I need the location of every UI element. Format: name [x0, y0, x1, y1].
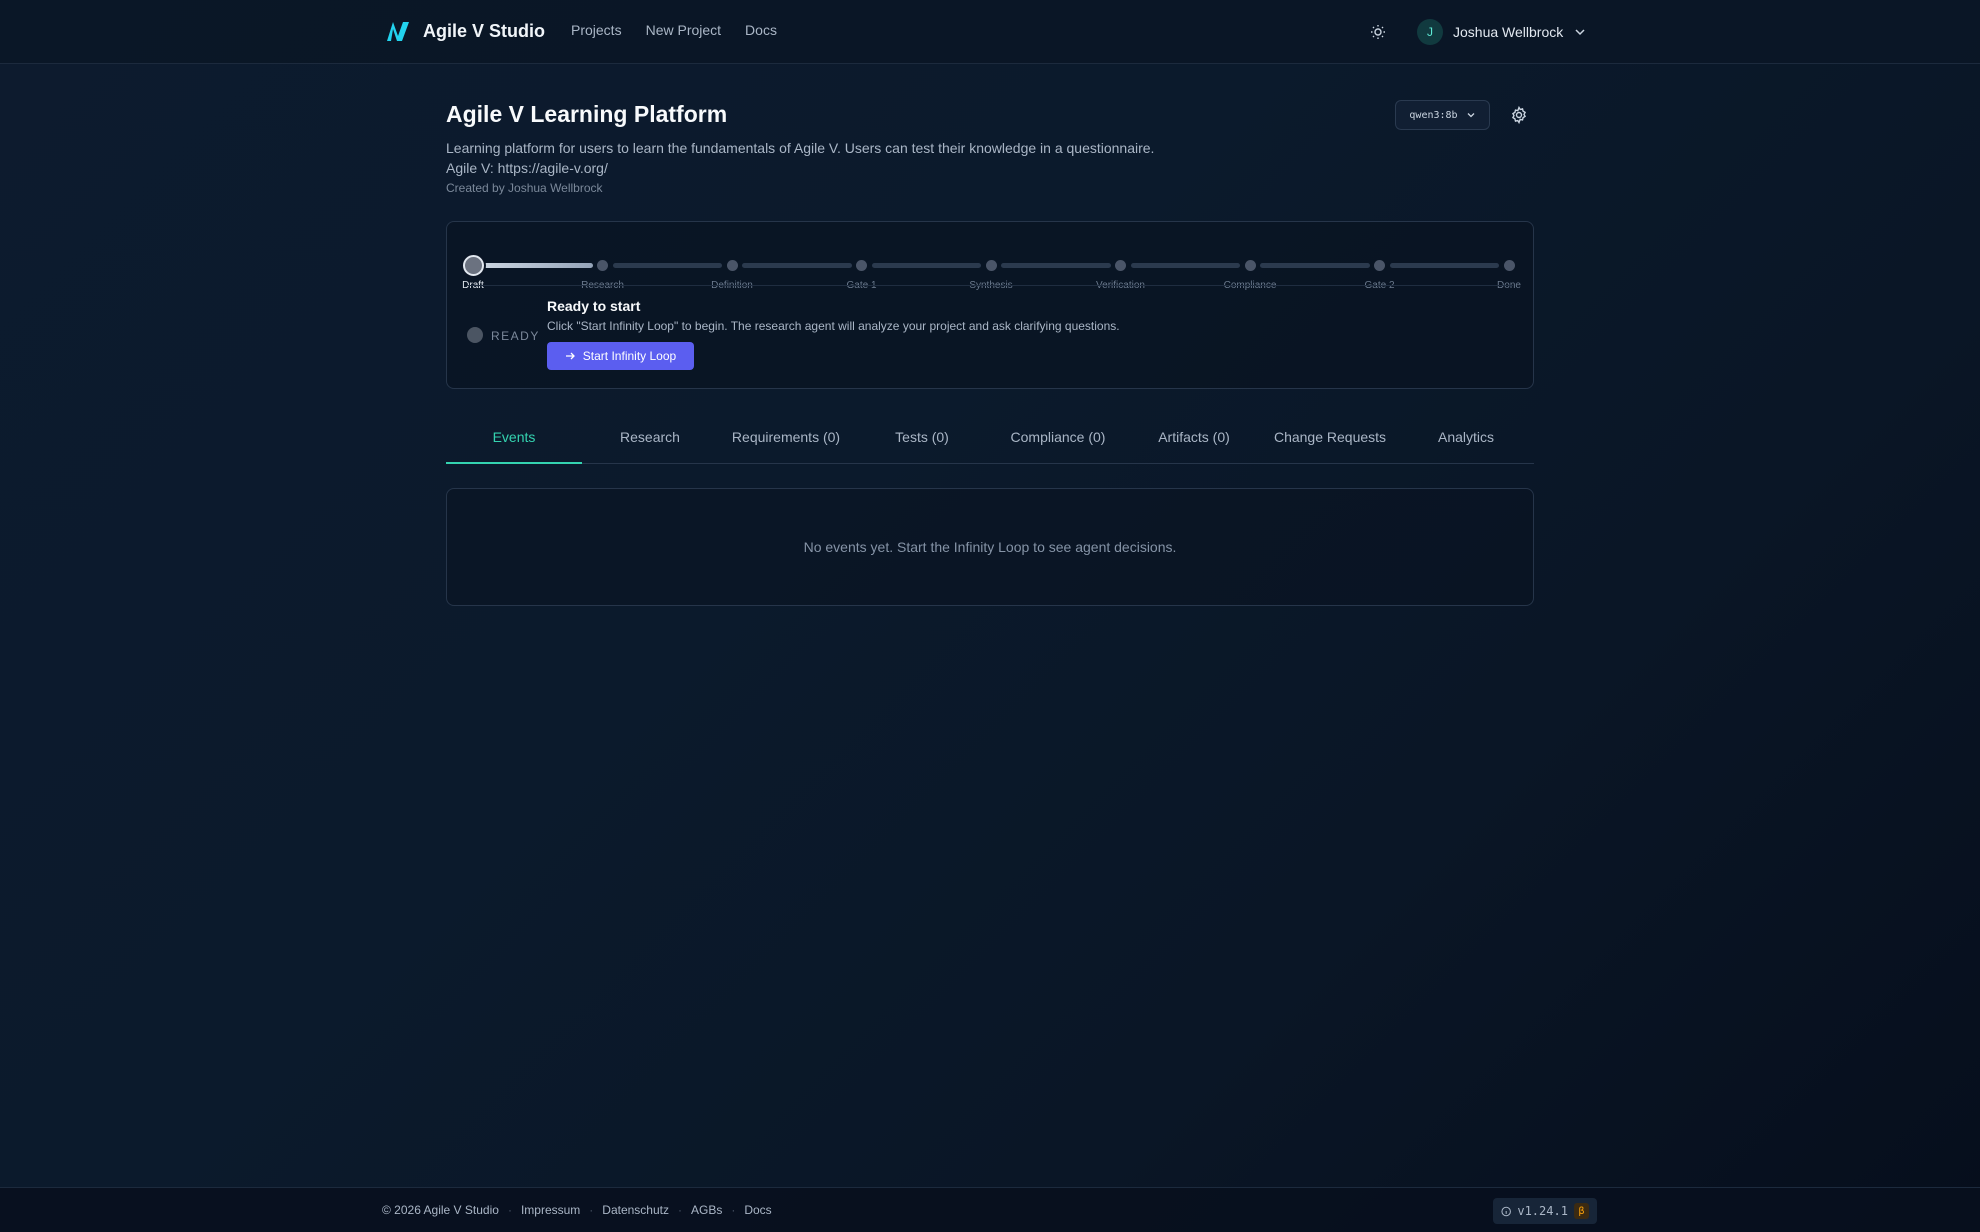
version-badge[interactable]: v1.24.1 β: [1493, 1198, 1597, 1224]
stage-dot-definition: [726, 260, 738, 271]
nav-docs[interactable]: Docs: [745, 22, 777, 38]
tab-requirements[interactable]: Requirements (0): [718, 411, 854, 463]
status-badge: READY: [491, 329, 540, 343]
description-line: Learning platform for users to learn the…: [446, 140, 1155, 156]
footer-link-impressum[interactable]: Impressum: [521, 1203, 580, 1217]
page-title: Agile V Learning Platform: [446, 101, 728, 127]
description-link-line: Agile V: https://agile-v.org/: [446, 160, 608, 176]
stage-connector: [871, 263, 981, 268]
stage-progress-track: DraftResearchDefinitionGate 1SynthesisVe…: [462, 243, 1521, 291]
separator: ·: [507, 1203, 512, 1217]
tab-tests[interactable]: Tests (0): [854, 411, 990, 463]
stage-connector: [1001, 263, 1111, 268]
theme-toggle-button[interactable]: [1366, 20, 1390, 44]
arrow-right-icon: [565, 352, 575, 360]
avatar: J: [1417, 19, 1443, 45]
tab-bar: Events Research Requirements (0) Tests (…: [446, 411, 1534, 464]
footer-link-agbs[interactable]: AGBs: [691, 1203, 722, 1217]
ready-title: Ready to start: [547, 298, 641, 314]
events-empty-message: No events yet. Start the Infinity Loop t…: [803, 539, 1177, 555]
stage-connector: [742, 263, 852, 268]
ready-description: Click "Start Infinity Loop" to begin. Th…: [547, 319, 1120, 333]
gear-icon: [1511, 106, 1527, 124]
tab-change-requests[interactable]: Change Requests: [1262, 411, 1398, 463]
version-text: v1.24.1: [1517, 1204, 1568, 1218]
status-indicator-dot: [467, 327, 483, 343]
top-navbar: Agile V Studio Projects New Project Docs…: [0, 0, 1980, 64]
info-icon: [1501, 1206, 1511, 1216]
tab-research[interactable]: Research: [582, 411, 718, 463]
tab-artifacts[interactable]: Artifacts (0): [1126, 411, 1262, 463]
footer-link-datenschutz[interactable]: Datenschutz: [602, 1203, 669, 1217]
footer-link-docs[interactable]: Docs: [744, 1203, 771, 1217]
created-by: Created by Joshua Wellbrock: [446, 181, 603, 195]
chevron-down-icon: [1575, 29, 1585, 36]
sun-icon: [1371, 25, 1385, 39]
start-infinity-loop-button[interactable]: Start Infinity Loop: [547, 342, 694, 370]
tab-compliance[interactable]: Compliance (0): [990, 411, 1126, 463]
stage-dot-draft: [462, 255, 484, 276]
agile-v-logo-icon: [387, 22, 409, 41]
user-menu[interactable]: J Joshua Wellbrock: [1417, 19, 1587, 45]
stage-dot-compliance: [1244, 260, 1256, 271]
stage-dot-synthesis: [985, 260, 997, 271]
main-nav: Projects New Project Docs: [571, 22, 777, 38]
user-name: Joshua Wellbrock: [1453, 24, 1564, 40]
tab-events[interactable]: Events: [446, 411, 582, 464]
brand[interactable]: Agile V Studio: [385, 19, 545, 43]
start-button-label: Start Infinity Loop: [582, 349, 677, 363]
project-description: Learning platform for users to learn the…: [446, 138, 1154, 178]
stage-connector: [612, 263, 722, 268]
pipeline-panel: DraftResearchDefinitionGate 1SynthesisVe…: [446, 221, 1534, 389]
stage-connector: [483, 263, 593, 268]
settings-button[interactable]: [1508, 104, 1530, 126]
stage-connector: [1260, 263, 1370, 268]
separator: ·: [731, 1203, 736, 1217]
stage-dot-research: [597, 260, 608, 271]
divider: [467, 285, 1513, 286]
stage-dot-gate-2: [1374, 260, 1385, 271]
copyright: © 2026 Agile V Studio: [382, 1203, 499, 1217]
stage-dot-gate-1: [856, 260, 867, 271]
model-select-value: qwen3:8b: [1409, 109, 1458, 121]
footer: © 2026 Agile V Studio · Impressum · Date…: [0, 1187, 1980, 1232]
events-panel: No events yet. Start the Infinity Loop t…: [446, 488, 1534, 606]
stage-connector: [1389, 263, 1499, 268]
beta-badge: β: [1573, 1203, 1589, 1219]
stage-dot-verification: [1115, 260, 1126, 271]
chevron-down-icon: [1467, 113, 1475, 118]
stage-connector: [1130, 263, 1240, 268]
nav-projects[interactable]: Projects: [571, 22, 622, 38]
footer-links: © 2026 Agile V Studio · Impressum · Date…: [382, 1203, 772, 1217]
separator: ·: [677, 1203, 682, 1217]
nav-new-project[interactable]: New Project: [646, 22, 721, 38]
model-select[interactable]: qwen3:8b: [1395, 100, 1490, 130]
stage-dot-done: [1503, 260, 1515, 271]
separator: ·: [589, 1203, 594, 1217]
tab-analytics[interactable]: Analytics: [1398, 411, 1534, 463]
brand-name: Agile V Studio: [423, 20, 546, 41]
